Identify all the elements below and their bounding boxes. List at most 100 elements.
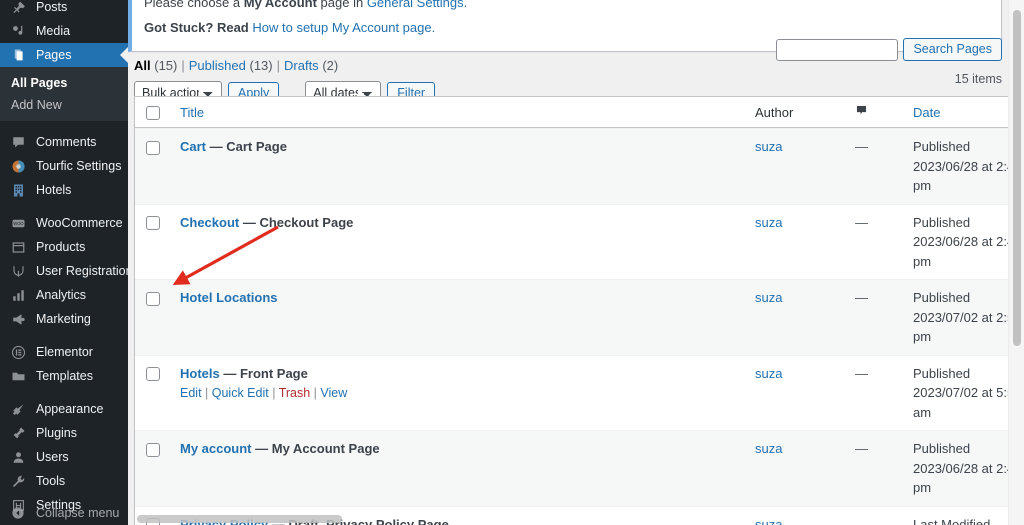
row-checkbox[interactable] [146,367,160,382]
table-row: Checkout — Checkout Page suza — Published 20… [135,203,1024,279]
select-all-checkbox[interactable] [146,105,160,120]
row-select-cell [135,354,180,430]
sidebar-item-analytics[interactable]: Analytics [0,283,128,307]
sidebar-item-label: Products [36,240,86,254]
sidebar-item-label: Templates [36,369,93,383]
column-header-date-link[interactable]: Date [913,105,940,120]
sidebar-item-appearance[interactable]: Appearance [0,397,128,421]
sidebar-item-tourfic-settings[interactable]: Tourfic Settings [0,154,128,178]
row-title-link[interactable]: Hotel Locations [180,290,278,305]
row-actions: Edit | Quick Edit | Trash | View [180,383,745,403]
sidebar-item-tools[interactable]: Tools [0,469,128,493]
row-action-trash[interactable]: Trash [279,386,311,400]
pages-table: Title Author Date Cart — Cart Page suza … [134,96,1024,525]
sidebar-item-media[interactable]: Media [0,19,128,43]
view-drafts-count: (2) [322,58,339,73]
row-action-edit[interactable]: Edit [180,386,202,400]
users-icon [9,448,27,466]
views-separator: | [276,58,281,73]
general-settings-link[interactable]: General Settings. [367,0,467,10]
user-registration-icon [9,262,27,280]
admin-sidebar: Posts Media Pages All Pages Add New Comm… [0,0,128,525]
row-checkbox[interactable] [146,140,160,155]
sidebar-item-pages[interactable]: Pages [0,43,128,67]
sidebar-item-label: Pages [36,48,72,62]
row-post-state: — My Account Page [251,441,380,456]
sidebar-item-label: Comments [36,135,97,149]
sidebar-subitem-label: All Pages [11,76,68,90]
sidebar-item-hotels[interactable]: Hotels [0,178,128,202]
sidebar-item-products[interactable]: Products [0,235,128,259]
view-published-label[interactable]: Published [189,58,246,73]
sidebar-item-label: Elementor [36,345,93,359]
row-checkbox[interactable] [146,216,160,231]
row-title-link[interactable]: My account [180,441,252,456]
column-header-title[interactable]: Title [180,97,755,128]
sidebar-separator [0,331,128,340]
row-title-cell: Hotels — Front Page Edit | Quick Edit | T… [180,354,755,430]
row-checkbox[interactable] [146,442,160,457]
sidebar-item-user-registration[interactable]: User Registration [0,259,128,283]
row-author-cell: suza [755,430,855,506]
sidebar-item-templates[interactable]: Templates [0,364,128,388]
search-box: Search Pages [776,38,1002,61]
row-title-cell: Cart — Cart Page [180,128,755,204]
view-all-count: (15) [154,58,178,73]
sidebar-item-plugins[interactable]: Plugins [0,421,128,445]
templates-icon [9,367,27,385]
row-author-link[interactable]: suza [755,215,782,230]
column-header-author-label: Author [755,104,794,120]
row-author-link[interactable]: suza [755,441,782,456]
row-author-link[interactable]: suza [755,290,782,305]
plugins-icon [9,424,27,442]
sidebar-item-label: Appearance [36,402,104,416]
row-title-link[interactable]: Hotels [180,366,220,381]
collapse-menu-button[interactable]: Collapse menu [0,501,128,525]
sidebar-item-label: User Registration [36,264,128,278]
column-header-comments[interactable] [855,97,913,128]
row-author-link[interactable]: suza [755,139,782,154]
collapse-arrow-icon [9,504,27,522]
sidebar-item-label: Users [36,450,69,464]
row-author-cell: suza [755,203,855,279]
row-action-quick-edit[interactable]: Quick Edit [212,386,269,400]
pages-table-head: Title Author Date [135,97,1024,128]
search-pages-button[interactable]: Search Pages [903,38,1002,61]
vertical-scrollbar-thumb[interactable] [1013,10,1021,346]
row-action-view[interactable]: View [320,386,347,400]
horizontal-scrollbar-thumb[interactable] [137,515,342,523]
pages-icon [9,46,27,64]
row-author-link[interactable]: suza [755,366,782,381]
row-select-cell [135,430,180,506]
search-input[interactable] [776,38,899,61]
sidebar-item-add-new[interactable]: Add New [0,94,128,116]
sidebar-subitem-label: Add New [11,98,62,112]
row-actions-separator: | [310,386,321,400]
row-title-link[interactable]: Cart [180,139,206,154]
sidebar-item-comments[interactable]: Comments [0,130,128,154]
row-title-link[interactable]: Checkout [180,215,239,230]
view-drafts[interactable]: Drafts (2) [284,58,338,73]
column-header-title-link[interactable]: Title [180,105,204,120]
notice-bold: My Account [243,0,317,10]
view-drafts-label[interactable]: Drafts [284,58,319,73]
row-comments-count: — [855,214,868,230]
view-all[interactable]: All (15) [134,58,177,73]
row-title-cell: Checkout — Checkout Page [180,203,755,279]
how-to-setup-link[interactable]: How to setup My Account page. [252,20,435,35]
vertical-scrollbar-track[interactable] [1008,0,1024,525]
sidebar-item-marketing[interactable]: Marketing [0,307,128,331]
sidebar-item-posts[interactable]: Posts [0,0,128,19]
media-icon [9,22,27,40]
marketing-icon [9,310,27,328]
sidebar-item-all-pages[interactable]: All Pages [0,72,128,94]
sidebar-item-elementor[interactable]: Elementor [0,340,128,364]
row-author-link[interactable]: suza [755,517,782,525]
row-checkbox[interactable] [146,291,160,306]
sidebar-item-woocommerce[interactable]: WOO WooCommerce [0,211,128,235]
sidebar-item-users[interactable]: Users [0,445,128,469]
table-row: Hotels — Front Page Edit | Quick Edit | T… [135,354,1024,430]
views-separator: | [181,58,185,73]
view-published[interactable]: Published (13) [189,58,273,73]
sidebar-item-label: Analytics [36,288,87,302]
